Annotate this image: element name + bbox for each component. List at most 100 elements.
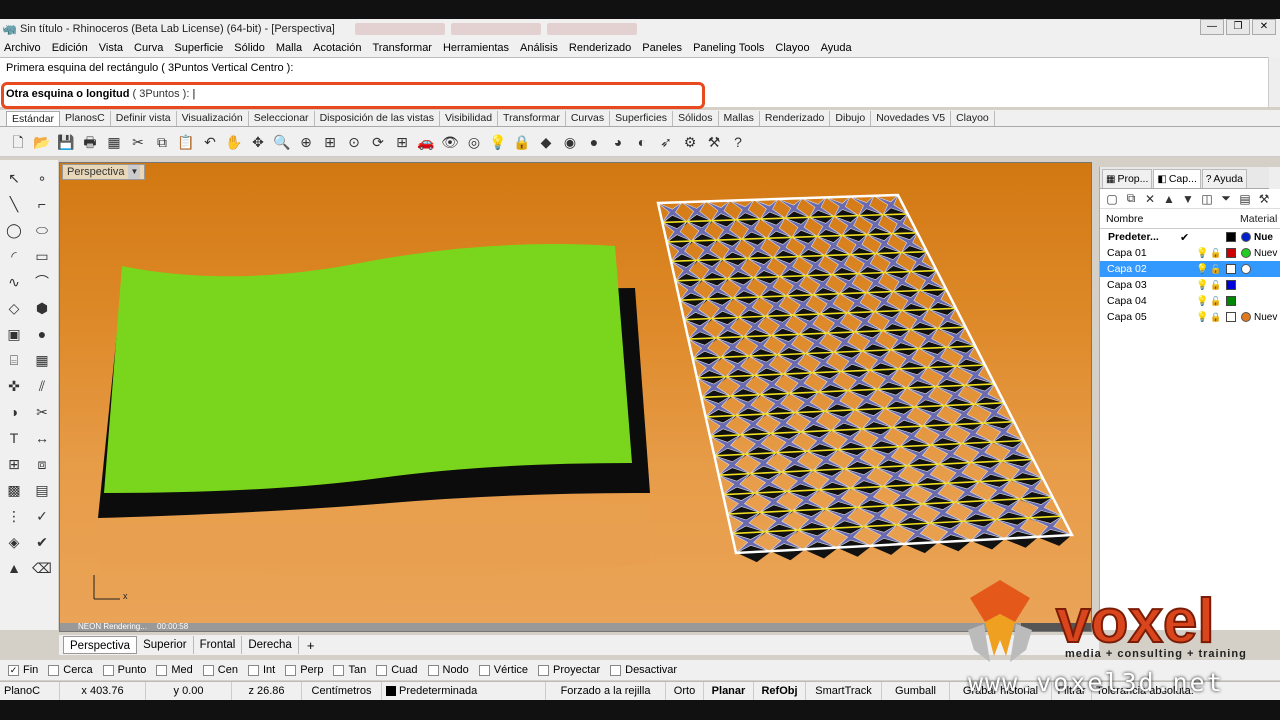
minimize-icon[interactable]: — [1200, 19, 1224, 35]
new-file-icon[interactable]: 🗋 [8, 132, 28, 152]
layer-material-icon[interactable] [1241, 232, 1251, 242]
toolbar-tab-3[interactable]: Visualización [177, 111, 249, 126]
boolean-icon[interactable]: ◑ [2, 400, 26, 424]
menu-item-1[interactable]: Edición [52, 42, 88, 54]
undo-icon[interactable]: ↶ [200, 132, 220, 152]
toolbar-tab-5[interactable]: Disposición de las vistas [315, 111, 440, 126]
viewport-menu-icon[interactable]: ▼ [128, 165, 141, 179]
layer-lock-icon[interactable]: 🔓 [1210, 280, 1221, 291]
layer-icon[interactable]: ◆ [536, 132, 556, 152]
ellipse-icon[interactable]: ⬭ [30, 218, 54, 242]
layer-lock-icon[interactable]: 🔓 [1210, 264, 1221, 275]
toolbar-tab-2[interactable]: Definir vista [111, 111, 177, 126]
four-views-icon[interactable]: ⊞ [392, 132, 412, 152]
curve-icon[interactable]: ∿ [2, 270, 26, 294]
panel-tab-2[interactable]: ? Ayuda [1201, 169, 1248, 188]
layer-color-swatch[interactable] [1226, 296, 1236, 306]
green-surface[interactable] [104, 244, 632, 493]
toolbar-tab-1[interactable]: PlanosC [60, 111, 111, 126]
print-icon[interactable]: 🖶 [80, 132, 100, 152]
car-icon[interactable]: 🚗 [416, 132, 436, 152]
status-layer[interactable]: Predeterminada [382, 681, 546, 701]
cylinder-icon[interactable]: ⌸ [2, 348, 26, 372]
osnap-0[interactable]: ✓ Fin [8, 664, 38, 676]
osnap-checkbox[interactable] [156, 664, 168, 676]
status-gumball[interactable]: Gumball [882, 681, 950, 701]
menu-item-13[interactable]: Paneling Tools [693, 42, 764, 54]
zoom-icon[interactable]: 🔍 [272, 132, 292, 152]
sphere-icon[interactable]: ● [584, 132, 604, 152]
add-viewport-tab-icon[interactable]: + [299, 638, 323, 653]
toolbar-tab-6[interactable]: Visibilidad [440, 111, 499, 126]
viewport-tab-2[interactable]: Frontal [194, 636, 243, 654]
status-smarttrack[interactable]: SmartTrack [806, 681, 882, 701]
layer-name[interactable]: Capa 05 [1100, 311, 1188, 323]
lock-icon[interactable]: 🔒 [512, 132, 532, 152]
toolbar-tab-10[interactable]: Sólidos [673, 111, 719, 126]
column-name[interactable]: Nombre [1100, 213, 1240, 225]
osnap-4[interactable]: Cen [202, 664, 238, 676]
layer-material-icon[interactable] [1241, 248, 1251, 258]
osnap-5[interactable]: Int [247, 664, 275, 676]
render-tool-icon[interactable]: ◈ [2, 530, 26, 554]
status-ortho[interactable]: Orto [666, 681, 704, 701]
layer-color-swatch[interactable] [1226, 280, 1236, 290]
move-down-icon[interactable]: ▼ [1180, 192, 1196, 206]
osnap-checkbox[interactable] [376, 664, 388, 676]
menu-item-6[interactable]: Malla [276, 42, 302, 54]
menu-item-9[interactable]: Herramientas [443, 42, 509, 54]
mesh-icon[interactable]: ▦ [30, 348, 54, 372]
new-layer-icon[interactable]: ▢ [1104, 192, 1120, 206]
osnap-7[interactable]: Tan [333, 664, 366, 676]
menu-item-11[interactable]: Renderizado [569, 42, 631, 54]
osnap-checkbox[interactable] [48, 664, 60, 676]
column-material[interactable]: Material [1240, 213, 1277, 225]
layer-row[interactable]: Capa 02 💡 🔓 [1100, 261, 1280, 277]
trim-icon[interactable]: ✂ [30, 400, 54, 424]
line-icon[interactable]: ╲ [2, 192, 26, 216]
circle-icon[interactable]: ◯ [2, 218, 26, 242]
box-icon[interactable]: ▣ [2, 322, 26, 346]
save-icon[interactable]: 💾 [56, 132, 76, 152]
copy-icon[interactable]: ⧉ [152, 132, 172, 152]
layer-name[interactable]: Predeter... [1100, 231, 1188, 243]
menu-item-4[interactable]: Superficie [174, 42, 223, 54]
dimension-icon[interactable]: ↔ [30, 426, 54, 450]
sphere-tool-icon[interactable]: ● [30, 322, 54, 346]
osnap-checkbox[interactable] [478, 664, 490, 676]
status-osnap[interactable]: RefObj [754, 681, 806, 701]
delete-layer-icon[interactable]: ✕ [1142, 192, 1158, 206]
toolbar-tab-14[interactable]: Novedades V5 [871, 111, 952, 126]
move-up-icon[interactable]: ▲ [1161, 192, 1177, 206]
osnap-checkbox[interactable] [285, 664, 297, 676]
menu-item-2[interactable]: Vista [99, 42, 123, 54]
layer-lock-icon[interactable]: 🔓 [1210, 248, 1221, 259]
paste-icon[interactable]: 📋 [176, 132, 196, 152]
render-icon[interactable]: ◕ [608, 132, 628, 152]
help-icon[interactable]: ? [728, 132, 748, 152]
osnap-3[interactable]: Med [156, 664, 193, 676]
layer-lock-icon[interactable]: 🔓 [1210, 296, 1221, 307]
layer-lock-icon[interactable]: 🔒 [1210, 312, 1221, 323]
layer-visible-icon[interactable]: 💡 [1196, 280, 1208, 291]
toolbar-tab-4[interactable]: Seleccionar [249, 111, 315, 126]
menu-item-5[interactable]: Sólido [234, 42, 265, 54]
cut-icon[interactable]: ✂ [128, 132, 148, 152]
status-planar[interactable]: Planar [704, 681, 754, 701]
gear-icon[interactable]: ⚙ [680, 132, 700, 152]
layer-color-swatch[interactable] [1226, 232, 1236, 242]
array-icon[interactable]: ⊞ [2, 452, 26, 476]
wrench-icon[interactable]: ⚒ [1256, 192, 1272, 206]
viewport-title[interactable]: Perspectiva ▼ [62, 164, 146, 180]
osnap-checkbox[interactable] [247, 664, 259, 676]
hide-icon[interactable]: 👁 [440, 132, 460, 152]
blocks-icon[interactable]: ▩ [2, 478, 26, 502]
viewport-tab-1[interactable]: Superior [137, 636, 194, 654]
restore-icon[interactable]: ❐ [1226, 19, 1250, 35]
osnap-checkbox[interactable] [202, 664, 214, 676]
light-icon[interactable]: 💡 [488, 132, 508, 152]
layer-color-swatch[interactable] [1226, 248, 1236, 258]
options-icon[interactable]: ⚒ [704, 132, 724, 152]
toolbar-tab-0[interactable]: Estándar [6, 111, 61, 126]
menu-item-12[interactable]: Paneles [642, 42, 682, 54]
